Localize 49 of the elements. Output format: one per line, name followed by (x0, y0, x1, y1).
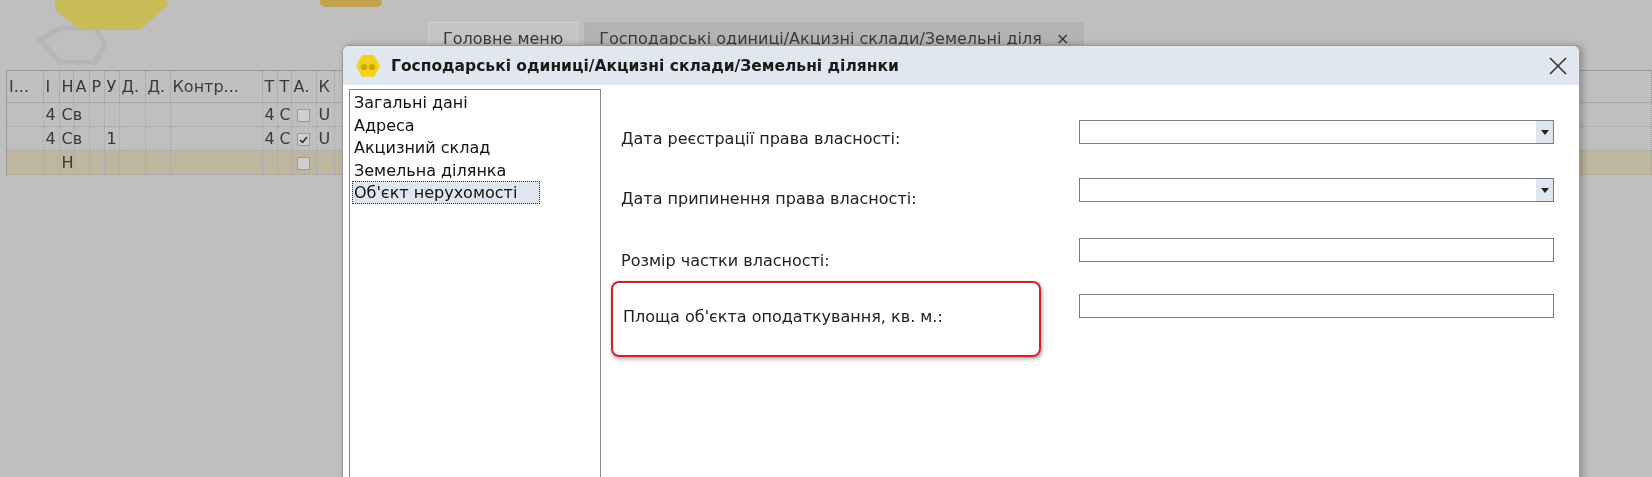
column-header[interactable]: У (106, 77, 117, 96)
table-cell-text: Св (61, 129, 83, 148)
table-cell-text: U (318, 105, 331, 124)
dialog-title: Господарські одиниці/Акцизні склади/Земельні ділянки (391, 56, 900, 75)
column-header[interactable]: А (75, 77, 87, 96)
table-cell-text: Св (61, 105, 83, 124)
table-cell-text: 4 (264, 129, 275, 148)
column-header[interactable]: Т (264, 77, 275, 96)
close-icon[interactable] (1549, 56, 1567, 75)
close-icon[interactable]: × (1055, 29, 1070, 48)
logo-icon (355, 52, 381, 79)
column-header[interactable]: Н (61, 77, 72, 96)
date-dropdown[interactable] (1079, 120, 1554, 144)
column-header[interactable]: А. (293, 77, 310, 96)
table-cell-text: 4 (45, 129, 56, 148)
tab[interactable]: Господарські одиниці/Акцизні склади/Земельні діля × (584, 22, 1085, 48)
input-field[interactable] (1079, 238, 1554, 262)
checkbox[interactable] (297, 133, 310, 146)
section-item[interactable]: Об'єкт нерухомості (352, 181, 540, 204)
date-dropdown[interactable] (1079, 178, 1554, 202)
tab[interactable]: Головне меню (428, 22, 579, 48)
table-cell-text: С (279, 129, 291, 148)
column-header[interactable]: Т (279, 77, 290, 96)
column-header[interactable]: І... (9, 77, 29, 96)
caret-icon[interactable] (1540, 187, 1549, 193)
section-item[interactable]: Загальні дані (352, 91, 470, 114)
column-header[interactable]: Р (91, 77, 102, 96)
section-item[interactable]: Адреса (352, 113, 417, 136)
section-item[interactable]: Акцизний склад (352, 136, 493, 159)
checkbox[interactable] (297, 109, 310, 122)
column-header[interactable]: Д. (147, 77, 166, 96)
table-cell-text: Н (61, 153, 74, 172)
column-header[interactable]: І (45, 77, 51, 96)
input-field[interactable] (1079, 294, 1554, 318)
column-header[interactable]: К (318, 77, 330, 96)
table-cell-text: 4 (45, 105, 56, 124)
checkbox[interactable] (297, 157, 310, 170)
field-label: Площа об'єкта оподаткування, кв. м.: (623, 307, 944, 326)
table-cell-text: С (279, 105, 291, 124)
column-header[interactable]: Контр... (172, 77, 239, 96)
caret-icon[interactable] (1540, 129, 1549, 135)
table-cell-text: 1 (106, 129, 117, 148)
field-label: Розмір частки власності: (621, 250, 831, 272)
field-label: Дата припинення права власності: (621, 188, 918, 210)
field-label: Дата реєстрації права власності: (621, 128, 902, 150)
table-cell-text: U (318, 129, 331, 148)
column-header[interactable]: Д. (121, 77, 140, 96)
section-item[interactable]: Земельна ділянка (352, 158, 509, 181)
table-cell-text: 4 (264, 105, 275, 124)
